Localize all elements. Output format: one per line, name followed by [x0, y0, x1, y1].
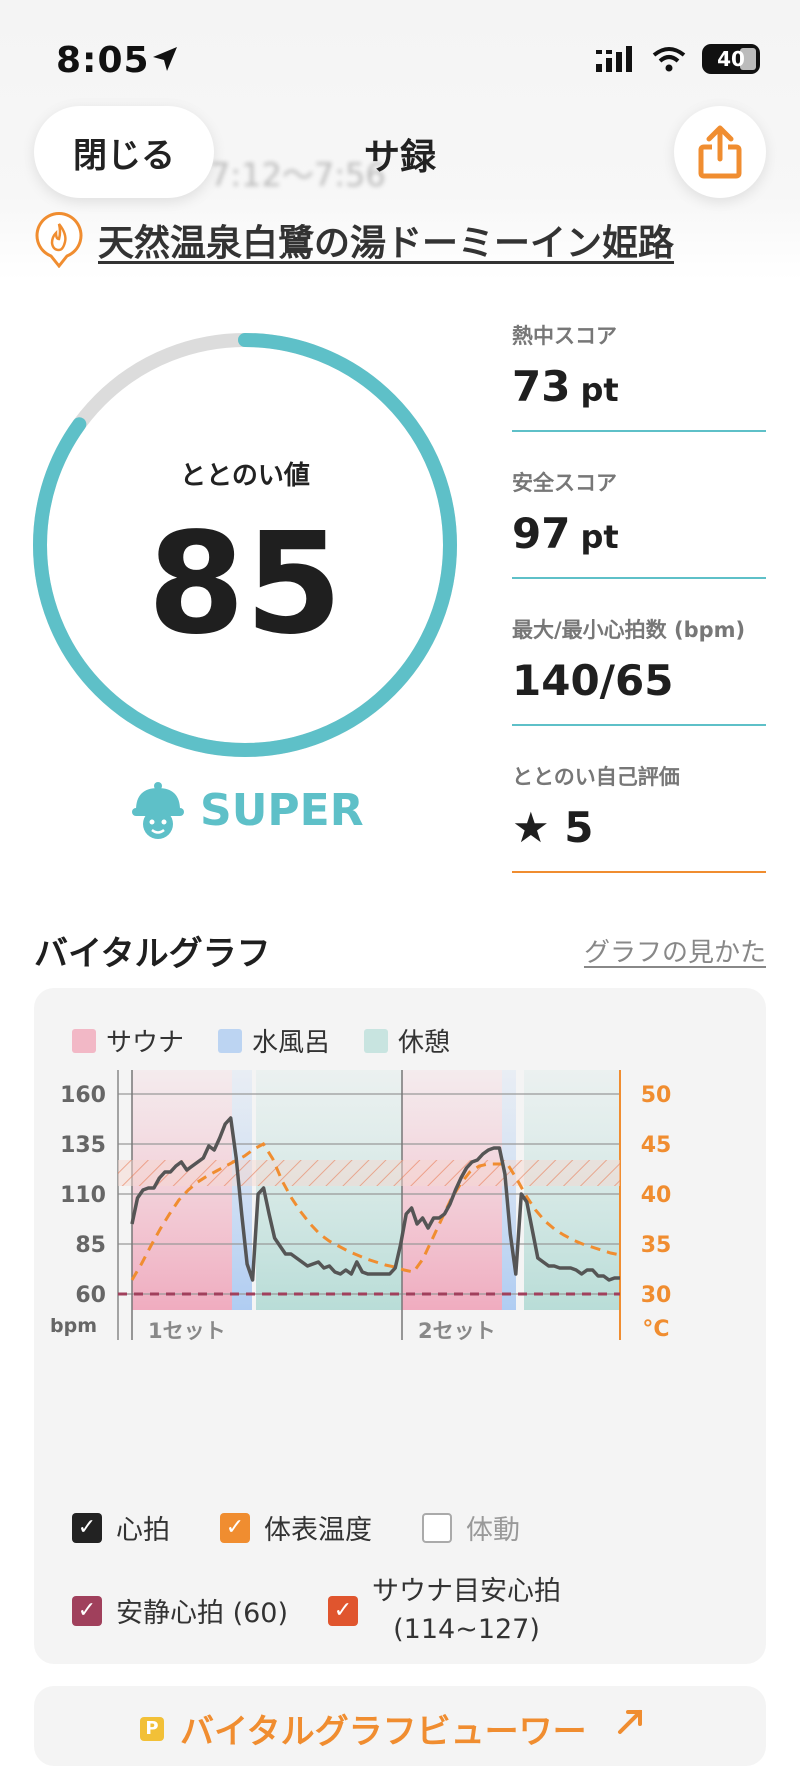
share-icon	[698, 125, 742, 179]
vital-graph-viewer-link[interactable]: P バイタルグラフビューワー	[140, 1704, 587, 1753]
score-label: 最大/最小心拍数 (bpm)	[512, 618, 746, 642]
vital-graph: 160 135 110 85 60 50 45 40 35 30 bpm °C 1セット 2セット	[50, 1070, 672, 1343]
score-label: 熱中スコア	[512, 324, 617, 348]
legend-sauna: サウナ	[72, 1022, 184, 1059]
viewer-label: バイタルグラフビューワー	[180, 1712, 587, 1752]
status-time: 8:05	[56, 40, 150, 81]
score-value: 140/65	[512, 656, 674, 705]
cold-bath-phase-band	[502, 1070, 516, 1310]
sauna-phase-band	[402, 1070, 502, 1310]
toggle-skin-temp[interactable]: ✓ 体表温度	[220, 1508, 372, 1547]
right-axis-unit: °C	[642, 1317, 669, 1342]
sauna-pin-icon	[35, 212, 83, 268]
score-divider	[512, 724, 766, 726]
legend-swatch	[72, 1028, 96, 1053]
gauge-value: 85	[147, 503, 343, 666]
share-button[interactable]	[674, 106, 766, 198]
right-tick-label: 40	[641, 1183, 672, 1208]
score-value: 73 pt	[512, 362, 619, 411]
check-icon: ✓	[72, 1512, 102, 1543]
facility-link[interactable]: 天然温泉白鷺の湯ドーミーイン姫路	[34, 212, 674, 268]
battery-icon: 40	[702, 44, 760, 74]
toggle-heart-rate[interactable]: ✓ 心拍	[72, 1508, 170, 1547]
legend-swatch	[218, 1028, 243, 1053]
right-tick-label: 50	[641, 1083, 672, 1108]
right-tick-label: 30	[641, 1283, 672, 1308]
score-heart-rate: 最大/最小心拍数 (bpm) 140/65	[512, 614, 766, 726]
left-tick-label: 160	[60, 1083, 106, 1108]
phase-legend: サウナ 水風呂 休憩	[72, 1022, 450, 1059]
set-label: 2セット	[418, 1319, 496, 1343]
score-divider	[512, 430, 766, 432]
legend-rest: 休憩	[364, 1022, 450, 1059]
legend-swatch	[364, 1028, 389, 1053]
score-heat: 熱中スコア 73 pt	[512, 320, 766, 432]
rest-phase-band	[524, 1070, 620, 1310]
score-self-rating: ととのい自己評価 ★ 5	[512, 761, 766, 873]
left-tick-label: 60	[75, 1283, 106, 1308]
left-tick-label: 85	[75, 1233, 106, 1258]
score-divider	[512, 871, 766, 873]
grade-badge: SUPER	[130, 780, 364, 840]
score-safety: 安全スコア 97 pt	[512, 467, 766, 579]
signal-icon	[596, 46, 632, 72]
left-tick-label: 110	[60, 1183, 106, 1208]
check-icon: ✓	[328, 1595, 359, 1626]
set-label: 1セット	[148, 1319, 226, 1343]
right-tick-label: 45	[641, 1133, 672, 1158]
legend-cold-bath: 水風呂	[218, 1022, 330, 1059]
score-divider	[512, 577, 766, 579]
check-icon: ✓	[72, 1595, 102, 1626]
left-axis-unit: bpm	[50, 1315, 97, 1337]
unchecked-box-icon	[422, 1512, 452, 1543]
gauge-label: ととのい値	[180, 461, 310, 491]
external-link-icon	[618, 1710, 642, 1734]
grade-label: SUPER	[200, 784, 364, 836]
left-tick-label: 135	[60, 1133, 106, 1158]
right-tick-label: 35	[641, 1233, 672, 1258]
series-toggles: ✓ 心拍 ✓ 体表温度 体動 ✓ 安静心拍 (60) ✓ サウナ目安心拍 (114…	[72, 1508, 752, 1675]
status-indicators: 40	[596, 44, 760, 74]
toggle-sauna-target-hr[interactable]: ✓ サウナ目安心拍 (114~127)	[328, 1573, 561, 1649]
premium-badge: P	[140, 1716, 164, 1741]
toggle-body-motion[interactable]: 体動	[422, 1508, 520, 1547]
graph-guide-link[interactable]: グラフの見かた	[584, 932, 766, 969]
score-label: ととのい自己評価	[512, 765, 680, 789]
toggle-resting-hr[interactable]: ✓ 安静心拍 (60)	[72, 1591, 288, 1630]
check-icon: ✓	[220, 1512, 250, 1543]
location-arrow-icon	[150, 44, 180, 78]
score-value: ★ 5	[512, 803, 594, 852]
sauna-hat-mascot-icon	[132, 782, 184, 839]
wifi-icon	[652, 47, 686, 72]
score-value: 97 pt	[512, 509, 619, 558]
facility-name[interactable]: 天然温泉白鷺の湯ドーミーイン姫路	[98, 214, 674, 266]
score-label: 安全スコア	[512, 471, 617, 495]
section-title: バイタルグラフ	[34, 934, 271, 974]
